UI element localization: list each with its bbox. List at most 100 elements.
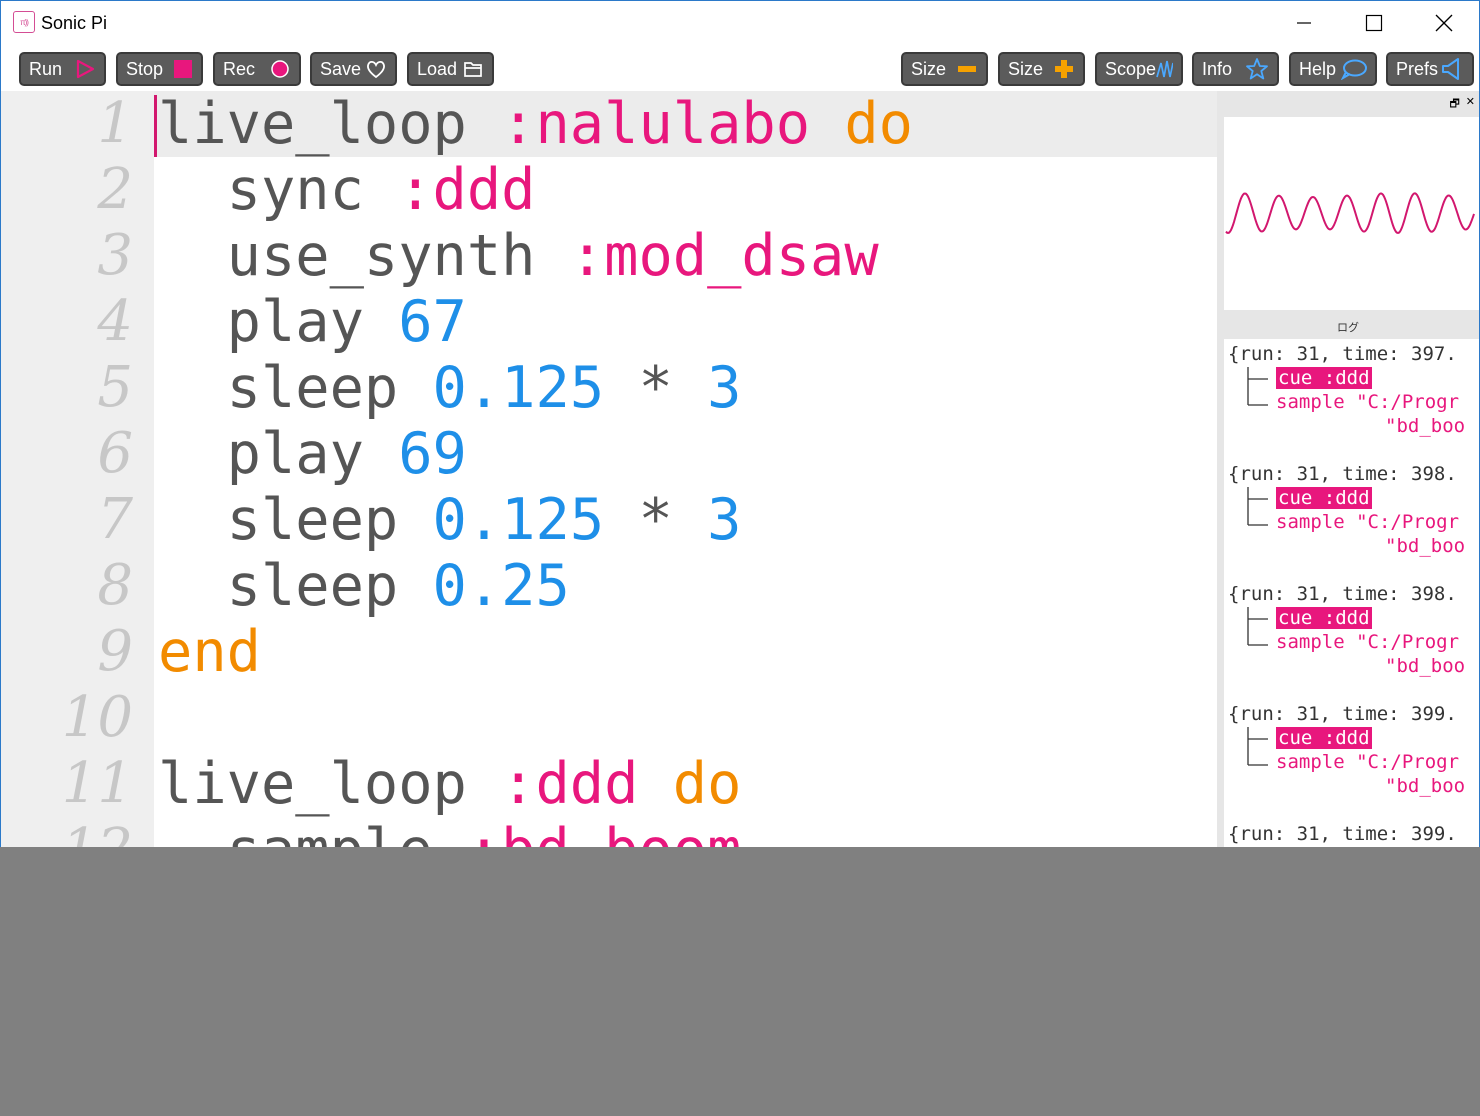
scope-waveform xyxy=(1225,192,1475,235)
text-cursor xyxy=(154,95,157,157)
log-cue-badge: cue :ddd xyxy=(1276,487,1372,509)
size-plus-label: Size xyxy=(1008,58,1044,79)
code-token: 3 xyxy=(707,355,742,421)
code-token: play xyxy=(158,289,399,355)
tree-connector xyxy=(1247,487,1268,526)
rec-button[interactable]: Rec xyxy=(213,52,301,86)
scope-label: Scope xyxy=(1105,58,1157,79)
size-plus-button[interactable]: Size xyxy=(998,52,1085,86)
log-entry-header: {run: 31, time: 397. xyxy=(1228,343,1457,365)
square-icon xyxy=(174,60,192,78)
log-cue-badge: cue :ddd xyxy=(1276,727,1372,749)
size-minus-label: Size xyxy=(911,58,947,79)
prefs-label: Prefs xyxy=(1396,58,1439,79)
code-line: sample :bd_boom xyxy=(158,817,742,847)
code-line: live_loop :nalulabo do xyxy=(158,91,913,157)
speech-bubble-icon xyxy=(1341,59,1367,80)
code-line: play 69 xyxy=(158,421,467,487)
run-label: Run xyxy=(29,58,63,79)
right-panel: 🗗 ✕ ログ {run: 31, time: 397. cue :ddd sampl… xyxy=(1217,91,1479,847)
info-button[interactable]: Info xyxy=(1192,52,1279,86)
log-cue-badge: cue :ddd xyxy=(1276,367,1372,389)
code-line: sleep 0.125 * 3 xyxy=(158,355,742,421)
minimize-button[interactable] xyxy=(1269,1,1339,45)
code-token: 0.125 xyxy=(432,487,605,553)
toolbar: Run Stop Rec Save Load Size Size Scope I… xyxy=(1,45,1479,91)
info-label: Info xyxy=(1202,58,1233,79)
code-token: 67 xyxy=(398,289,467,355)
log-sample-line: sample "C:/Progr xyxy=(1276,511,1460,533)
close-panel-icon[interactable]: ✕ xyxy=(1466,95,1475,114)
play-triangle-icon xyxy=(76,59,95,79)
code-token: do xyxy=(672,751,742,817)
line-number: 5 xyxy=(97,355,133,420)
minimize-icon xyxy=(1297,22,1311,24)
log-entry: {run: 31, time: 398. cue :ddd sample "C:/P… xyxy=(1224,463,1479,583)
code-token: :mod_dsaw xyxy=(569,223,879,289)
float-icon[interactable]: 🗗 xyxy=(1449,95,1459,114)
code-token: :ddd xyxy=(398,157,536,223)
waveform-icon xyxy=(1156,60,1173,78)
log-entry-header: {run: 31, time: 398. xyxy=(1228,583,1457,605)
stop-button[interactable]: Stop xyxy=(116,52,203,86)
scope-button[interactable]: Scope xyxy=(1095,52,1183,86)
code-token: play xyxy=(158,421,399,487)
maximize-button[interactable] xyxy=(1339,1,1409,45)
code-token: * xyxy=(604,487,708,553)
code-token: sample xyxy=(158,817,467,847)
code-token: :ddd xyxy=(501,751,673,817)
scope-dock-controls: 🗗 ✕ xyxy=(1449,95,1475,114)
sonic-pi-window: π)) Sonic Pi Run Stop Rec Save Load Size… xyxy=(0,0,1480,847)
speaker-icon xyxy=(1442,58,1459,80)
log-sample-line: sample "C:/Progr xyxy=(1276,751,1460,773)
log-sample-file: "bd_boo xyxy=(1385,775,1466,797)
line-number: 2 xyxy=(97,157,133,222)
maximize-icon xyxy=(1365,14,1383,32)
help-button[interactable]: Help xyxy=(1289,52,1377,86)
log-panel[interactable]: {run: 31, time: 397. cue :ddd sample "C:/P… xyxy=(1224,339,1479,847)
size-minus-button[interactable]: Size xyxy=(901,52,988,86)
run-button[interactable]: Run xyxy=(19,52,106,86)
log-entry-header: {run: 31, time: 399. xyxy=(1228,703,1457,725)
window-title: Sonic Pi xyxy=(41,13,108,33)
code-token: 0.25 xyxy=(432,553,570,619)
line-number: 8 xyxy=(97,553,133,618)
log-label: ログ xyxy=(1337,322,1359,334)
tree-connector xyxy=(1247,607,1268,646)
log-cue-badge: cue :ddd xyxy=(1276,607,1372,629)
star-icon xyxy=(1246,58,1268,80)
code-token: use_synth xyxy=(158,223,570,289)
line-number: 6 xyxy=(97,421,133,486)
tree-connector xyxy=(1247,727,1268,766)
line-number: 3 xyxy=(97,223,133,288)
app-icon: π)) xyxy=(13,11,35,33)
save-button[interactable]: Save xyxy=(310,52,397,86)
code-token: live_loop xyxy=(158,751,502,817)
code-token: sleep xyxy=(158,553,433,619)
code-token: sleep xyxy=(158,487,433,553)
prefs-button[interactable]: Prefs xyxy=(1386,52,1474,86)
tree-connector xyxy=(1247,367,1268,406)
log-sample-line: sample "C:/Progr xyxy=(1276,631,1460,653)
log-entry-header: {run: 31, time: 398. xyxy=(1228,463,1457,485)
scope-panel xyxy=(1224,117,1479,310)
load-button[interactable]: Load xyxy=(407,52,494,86)
code-token: 3 xyxy=(707,487,742,553)
close-button[interactable] xyxy=(1409,1,1479,45)
plus-icon xyxy=(1055,60,1073,78)
code-editor[interactable]: 1 live_loop :nalulabo do 2 sync :ddd 3 use_… xyxy=(1,91,1217,847)
code-token: * xyxy=(604,355,708,421)
stop-label: Stop xyxy=(126,58,164,79)
log-entry: {run: 31, time: 397. cue :ddd sample "C:/P… xyxy=(1224,343,1479,463)
log-sample-file: "bd_boo xyxy=(1385,655,1466,677)
log-entry: {run: 31, time: 398. cue :ddd sample "C:/P… xyxy=(1224,583,1479,703)
code-token: :bd_boom xyxy=(467,817,742,847)
log-sample-line: sample "C:/Progr xyxy=(1276,391,1460,413)
code-line: live_loop :ddd do xyxy=(158,751,741,817)
code-line: end xyxy=(158,619,261,685)
load-label: Load xyxy=(417,58,458,79)
log-sample-file: "bd_boo xyxy=(1385,415,1466,437)
code-token: :nalulabo xyxy=(501,91,845,157)
record-circle-icon xyxy=(271,60,289,78)
line-number: 9 xyxy=(97,619,133,684)
